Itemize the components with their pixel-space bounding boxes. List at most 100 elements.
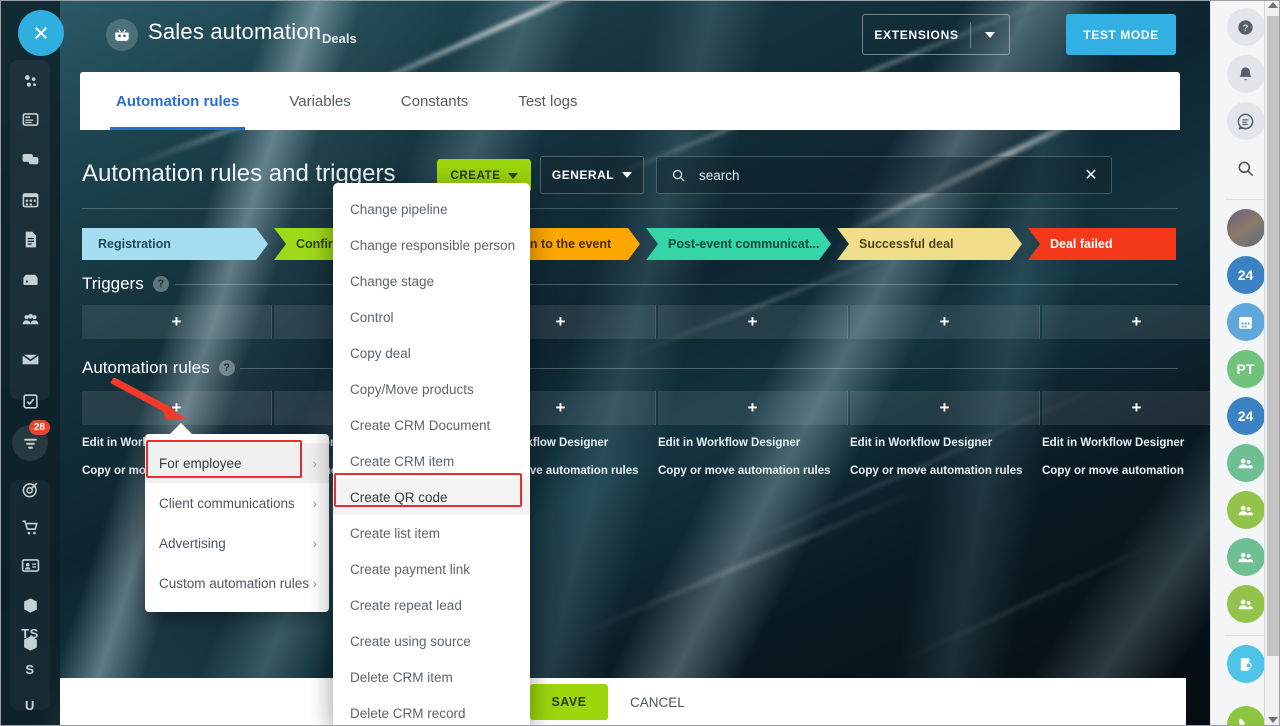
svg-text:?: ?	[1243, 23, 1249, 34]
stage-registration[interactable]: Registration	[82, 228, 268, 260]
sidebar-item-chat[interactable]	[0, 140, 60, 178]
app-button-calendar[interactable]	[1226, 303, 1265, 341]
edit-in-workflow-designer-link[interactable]: Edit in Workflow Designer	[658, 437, 848, 449]
help-button[interactable]: ?	[1226, 8, 1265, 46]
app-button-phone[interactable]	[1226, 706, 1265, 726]
menu-item-copy-move-products[interactable]: Copy/Move products	[333, 371, 530, 407]
divider	[1224, 199, 1267, 200]
scroll-down-arrow-icon[interactable]	[1268, 717, 1278, 723]
app-button-mobile[interactable]	[1226, 645, 1265, 683]
category-item-advertising[interactable]: Advertising ›	[145, 523, 329, 563]
search-clear-button[interactable]: ✕	[1071, 165, 1111, 185]
menu-item-change-pipeline[interactable]: Change pipeline	[333, 191, 530, 227]
chat-button[interactable]	[1226, 102, 1265, 140]
help-icon[interactable]: ?	[218, 360, 235, 376]
category-popup-menu: For employee › Client communications › A…	[145, 423, 329, 612]
search-bar[interactable]: ✕	[656, 156, 1112, 194]
edit-in-workflow-designer-link[interactable]: Edit in Workflow Designer	[850, 437, 1040, 449]
menu-item-create-list-item[interactable]: Create list item	[333, 515, 530, 551]
app-button-people-3[interactable]	[1226, 538, 1265, 576]
tab-label: Test logs	[518, 92, 578, 110]
tab-variables[interactable]: Variables	[283, 72, 356, 130]
menu-item-change-stage[interactable]: Change stage	[333, 263, 530, 299]
close-panel-button[interactable]	[18, 10, 64, 56]
menu-item-create-qr-code[interactable]: Create QR code	[333, 479, 530, 515]
sidebar-item-ts[interactable]: TS	[0, 614, 60, 652]
cancel-button[interactable]: CANCEL	[630, 695, 685, 710]
scrollbar-thumb[interactable]	[1267, 16, 1279, 656]
menu-item-change-responsible-person[interactable]: Change responsible person	[333, 227, 530, 263]
tab-automation-rules[interactable]: Automation rules	[110, 72, 246, 130]
menu-item-create-repeat-lead[interactable]: Create repeat lead	[333, 587, 530, 623]
avatar[interactable]	[1226, 209, 1265, 247]
menu-item-copy-deal[interactable]: Copy deal	[333, 335, 530, 371]
sidebar-item-documents[interactable]	[0, 220, 60, 258]
sidebar-item-contacts[interactable]	[0, 546, 60, 584]
stage-post-event[interactable]: Post-event communicat...	[646, 228, 831, 260]
add-trigger-button[interactable]: +	[82, 305, 272, 339]
scroll-up-arrow-icon[interactable]	[1268, 2, 1278, 8]
copy-or-move-link[interactable]: Copy or move automation rules	[850, 465, 1040, 477]
add-rule-button[interactable]: +	[1042, 391, 1232, 425]
menu-item-create-crm-item[interactable]: Create CRM item	[333, 443, 530, 479]
menu-item-delete-crm-item[interactable]: Delete CRM item	[333, 659, 530, 695]
save-button[interactable]: SAVE	[530, 684, 608, 720]
stage-deal-failed[interactable]: Deal failed	[1028, 228, 1176, 260]
menu-item-create-using-source[interactable]: Create using source	[333, 623, 530, 659]
menu-item-create-crm-document[interactable]: Create CRM Document	[333, 407, 530, 443]
app-label: PT	[1236, 361, 1255, 377]
copy-or-move-link[interactable]: Copy or move automation	[1042, 465, 1232, 477]
tab-test-logs[interactable]: Test logs	[512, 72, 583, 130]
app-button-pt[interactable]: PT	[1226, 350, 1265, 388]
app-button-people-2[interactable]	[1226, 491, 1265, 529]
cancel-label: CANCEL	[630, 694, 685, 710]
menu-item-control[interactable]: Control	[333, 299, 530, 335]
sidebar-item-calendar[interactable]	[0, 180, 60, 218]
chat-icon	[22, 153, 38, 164]
drive-icon	[22, 274, 38, 285]
test-mode-button[interactable]: TEST MODE	[1066, 14, 1176, 55]
add-trigger-button[interactable]: +	[1042, 305, 1232, 339]
category-item-client-communications[interactable]: Client communications ›	[145, 483, 329, 523]
sidebar-item-crm[interactable]: 28	[0, 420, 60, 462]
category-item-for-employee[interactable]: For employee ›	[145, 443, 329, 483]
chevron-right-icon: ›	[312, 575, 317, 591]
sidebar-item-tasks[interactable]	[0, 382, 60, 420]
stage-successful-deal[interactable]: Successful deal	[837, 228, 1022, 260]
general-filter-button[interactable]: GENERAL	[540, 156, 644, 194]
add-rule-button[interactable]: +	[850, 391, 1040, 425]
sidebar-item-group[interactable]	[0, 300, 60, 338]
app-button-24-2[interactable]: 24	[1226, 397, 1265, 435]
menu-item-delete-crm-record[interactable]: Delete CRM record	[333, 695, 530, 726]
add-trigger-button[interactable]: +	[658, 305, 848, 339]
add-rule-button[interactable]: +	[658, 391, 848, 425]
app-button-people-1[interactable]	[1226, 444, 1265, 482]
left-sidebar: 28 TS S U	[0, 0, 60, 726]
sidebar-item-s[interactable]: S	[0, 650, 60, 688]
help-icon[interactable]: ?	[152, 276, 169, 292]
notifications-button[interactable]	[1226, 55, 1265, 93]
chevron-down-icon	[622, 172, 633, 178]
extensions-button[interactable]: EXTENSIONS	[862, 14, 1010, 55]
add-trigger-button[interactable]: +	[850, 305, 1040, 339]
app-button-24[interactable]: 24	[1226, 256, 1265, 294]
page-scrollbar[interactable]	[1264, 0, 1280, 726]
global-search-button[interactable]	[1227, 149, 1265, 187]
extensions-dropdown-toggle[interactable]	[971, 31, 1009, 38]
edit-in-workflow-designer-link[interactable]: Edit in Workflow Designer	[1042, 437, 1232, 449]
sidebar-item-mail[interactable]	[0, 340, 60, 378]
app-button-people-4[interactable]	[1226, 585, 1265, 623]
sidebar-item-u[interactable]: U	[0, 686, 60, 724]
copy-or-move-link[interactable]: Copy or move automation rules	[658, 465, 848, 477]
rule-column-links: Edit in Workflow Designer Copy or move a…	[658, 425, 848, 477]
menu-item-create-payment-link[interactable]: Create payment link	[333, 551, 530, 587]
sidebar-item-store[interactable]	[0, 508, 60, 546]
tab-constants[interactable]: Constants	[395, 72, 475, 130]
crm-badge: 28	[28, 420, 50, 435]
sidebar-item-drive[interactable]	[0, 260, 60, 298]
sidebar-item-network[interactable]	[0, 62, 60, 100]
sidebar-item-feed[interactable]	[0, 100, 60, 138]
sidebar-item-target[interactable]	[0, 470, 60, 508]
category-item-custom-automation-rules[interactable]: Custom automation rules ›	[145, 563, 329, 603]
search-input[interactable]	[699, 167, 1071, 183]
